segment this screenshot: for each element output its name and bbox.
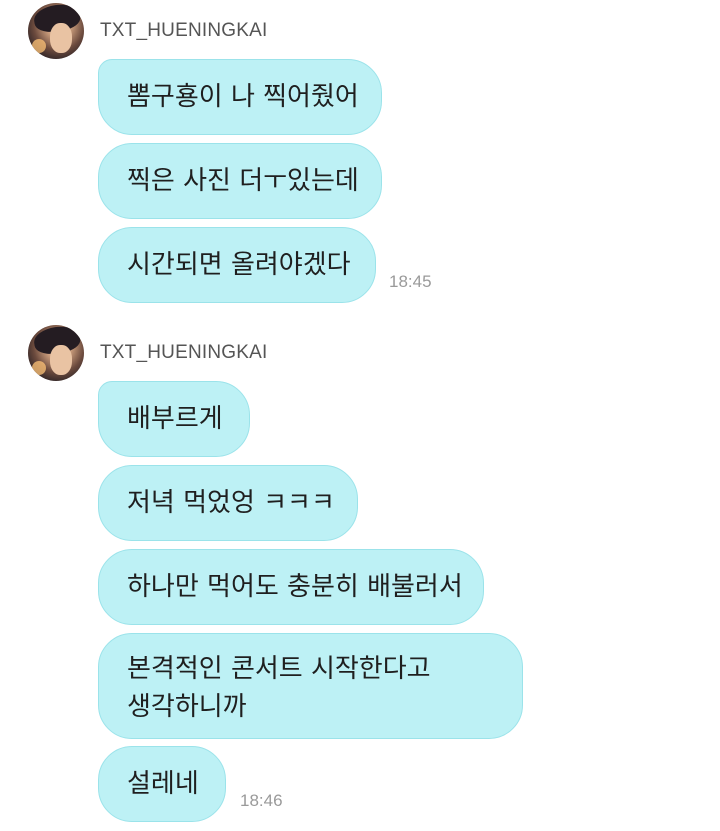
message-bubble[interactable]: 본격적인 콘서트 시작한다고 생각하니까 [98, 633, 523, 739]
message-timestamp: 18:45 [389, 272, 432, 291]
sender-name: TXT_HUENINGKAI [100, 342, 268, 363]
avatar-face [50, 23, 72, 53]
message-bubble[interactable]: 설레네 [98, 746, 226, 822]
message-bubble[interactable]: 배부르게 [98, 381, 250, 457]
message-line: 생각하니까 [127, 692, 247, 722]
avatar-face [50, 345, 72, 375]
message-bubble[interactable]: 찍은 사진 더ㅜ있는데 [98, 143, 382, 219]
avatar[interactable] [28, 3, 84, 59]
message-bubble[interactable]: 시간되면 올려야겠다 [98, 227, 376, 303]
sender-name: TXT_HUENINGKAI [100, 20, 268, 41]
avatar[interactable] [28, 325, 84, 381]
message-bubble[interactable]: 저녁 먹었엉 ㅋㅋㅋ [98, 465, 358, 541]
avatar-glow [32, 39, 46, 53]
message-bubble[interactable]: 뽐구횽이 나 찍어줬어 [98, 59, 382, 135]
avatar-glow [32, 361, 46, 375]
message-timestamp: 18:46 [240, 791, 283, 810]
message-bubble[interactable]: 하나만 먹어도 충분히 배불러서 [98, 549, 484, 625]
message-line: 본격적인 콘서트 시작한다고 [127, 654, 431, 684]
